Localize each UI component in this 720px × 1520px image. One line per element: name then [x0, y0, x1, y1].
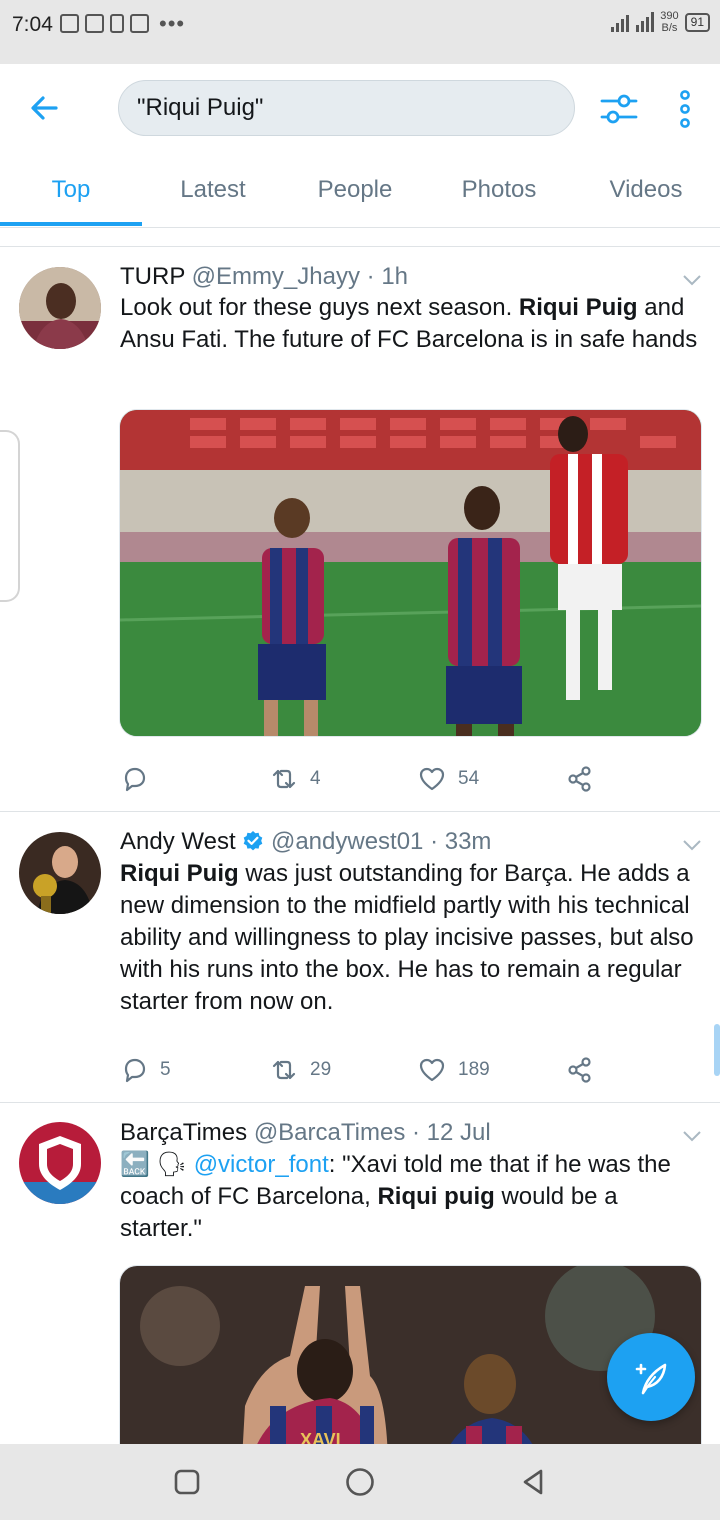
verified-badge-icon [243, 831, 263, 851]
like-count: 189 [458, 1059, 490, 1080]
system-navigation-bar [0, 1444, 720, 1520]
back-triangle-icon[interactable] [518, 1466, 550, 1498]
active-tab-indicator [0, 222, 142, 226]
battery-icon: 91 [684, 12, 710, 32]
avatar[interactable] [19, 832, 101, 914]
tweet-time: · 1h [366, 263, 409, 290]
mention-link[interactable]: @victor_font [194, 1151, 329, 1178]
tab-videos[interactable]: Videos [572, 176, 720, 204]
more-options-icon[interactable] [666, 88, 704, 130]
like-button[interactable]: 189 [418, 1056, 490, 1084]
like-count: 54 [458, 768, 480, 789]
share-button[interactable] [566, 765, 594, 793]
edge-panel-handle[interactable] [0, 430, 20, 602]
tweet-time: · 12 Jul [411, 1119, 491, 1146]
chevron-down-icon[interactable] [682, 838, 702, 852]
status-time: 7:04 [12, 13, 53, 36]
chevron-down-icon[interactable] [682, 273, 702, 287]
avatar[interactable] [19, 267, 101, 349]
retweet-count: 29 [310, 1059, 332, 1080]
tweet-text: Riqui Puig was just outstanding for Barç… [120, 858, 706, 1018]
search-term-highlight: Riqui puig [377, 1183, 495, 1210]
reply-icon [124, 1058, 146, 1083]
recent-apps-icon[interactable] [171, 1466, 203, 1498]
tweet-card[interactable]: TURP @Emmy_Jhayy · 1h Look out for these… [0, 247, 720, 811]
tweet-header: TURP @Emmy_Jhayy · 1h [120, 263, 408, 291]
share-button[interactable] [566, 1056, 594, 1084]
tab-latest[interactable]: Latest [142, 176, 284, 204]
heart-icon [419, 767, 445, 791]
like-button[interactable]: 54 [418, 765, 479, 793]
system-indicators: 390 B/s 91 [611, 10, 710, 34]
chevron-down-icon[interactable] [682, 1129, 702, 1143]
heart-icon [419, 1058, 445, 1082]
status-bar: 7:04 ••• 390 B/s 91 [0, 0, 720, 64]
tweet-header: Andy West @andywest01 · 33m [120, 828, 491, 856]
avatar[interactable] [19, 1122, 101, 1204]
author-handle[interactable]: @Emmy_Jhayy [192, 263, 360, 290]
filter-icon[interactable] [598, 88, 640, 130]
net-rate-value: 390 [660, 10, 679, 22]
tweet-header: BarçaTimes @BarcaTimes · 12 Jul [120, 1119, 491, 1147]
download-notification-icon [110, 14, 124, 33]
back-arrow-icon[interactable] [26, 90, 62, 126]
tweet-actions: 5 29 189 [120, 1056, 600, 1088]
search-tabs: Top Latest People Photos Videos [0, 164, 720, 228]
reply-count: 5 [160, 1059, 171, 1080]
tweet-text: 🔙 🗣 @victor_font: "Xavi told me that if … [120, 1149, 706, 1245]
signal-icon [611, 12, 655, 32]
retweet-button[interactable]: 29 [270, 1056, 331, 1084]
tab-people[interactable]: People [284, 176, 426, 204]
retweet-count: 4 [310, 768, 321, 789]
author-name[interactable]: TURP [120, 263, 185, 290]
tab-photos[interactable]: Photos [426, 176, 572, 204]
compose-tweet-button[interactable] [607, 1333, 695, 1421]
network-rate: 390 B/s [660, 10, 678, 34]
tab-top[interactable]: Top [0, 176, 142, 204]
text-segment: Look out for these guys next season. [120, 294, 519, 321]
author-handle[interactable]: @BarcaTimes [254, 1119, 406, 1146]
more-notifications-icon: ••• [159, 10, 186, 36]
tweet-actions: 4 54 [120, 765, 600, 797]
retweet-button[interactable]: 4 [270, 765, 321, 793]
tweet-photo[interactable] [119, 409, 702, 737]
search-term-highlight: Riqui Puig [120, 860, 239, 887]
compose-feather-icon [635, 1363, 667, 1395]
home-icon[interactable] [344, 1466, 376, 1498]
search-input[interactable]: "Riqui Puig" [118, 80, 575, 136]
reply-icon [124, 767, 146, 792]
retweet-icon [272, 1060, 296, 1080]
image-notification-icon [85, 14, 104, 33]
reply-button[interactable]: 5 [120, 1056, 171, 1084]
retweet-icon [272, 769, 296, 789]
shirt-notification-icon [130, 14, 149, 33]
tweet-time: · 33m [430, 828, 492, 855]
author-name[interactable]: BarçaTimes [120, 1119, 247, 1146]
share-icon [568, 1057, 591, 1083]
jersey-name: XAVI [300, 1430, 341, 1444]
app-notification-icon [60, 14, 79, 33]
reply-button[interactable] [120, 765, 160, 793]
tweet-text: Look out for these guys next season. Riq… [120, 292, 706, 356]
author-handle[interactable]: @andywest01 [271, 828, 423, 855]
tweet-card[interactable]: Andy West @andywest01 · 33m Riqui Puig w… [0, 812, 720, 1102]
author-name[interactable]: Andy West [120, 828, 236, 855]
net-rate-unit: B/s [661, 22, 678, 34]
search-term-highlight: Riqui Puig [518, 294, 638, 321]
scroll-indicator[interactable] [714, 1024, 720, 1076]
search-header: "Riqui Puig" Top Latest People Photos Vi… [0, 64, 720, 228]
emoji-text: 🔙 🗣 [120, 1151, 194, 1178]
share-icon [568, 766, 591, 792]
notification-icons: ••• [60, 10, 186, 36]
